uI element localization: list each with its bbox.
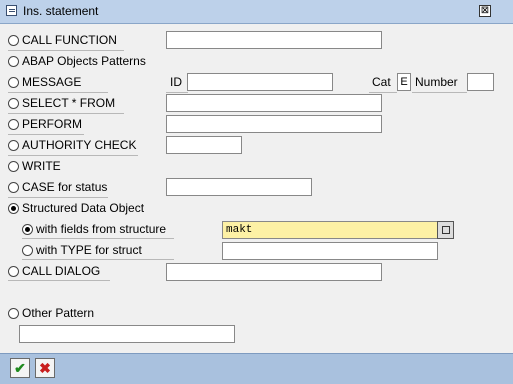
radio-authority-check[interactable]	[8, 140, 19, 151]
underline	[22, 238, 174, 239]
label-select: SELECT * FROM	[22, 96, 116, 110]
with-fields-field[interactable]: makt	[222, 221, 438, 239]
call-function-field[interactable]	[166, 31, 382, 49]
call-dialog-field[interactable]	[166, 263, 382, 281]
radio-perform[interactable]	[8, 119, 19, 130]
label-other-pattern: Other Pattern	[22, 306, 95, 320]
underline	[369, 92, 397, 93]
underline	[8, 155, 138, 156]
value-help-button[interactable]	[437, 221, 454, 239]
radio-case[interactable]	[8, 182, 19, 193]
label-perform: PERFORM	[22, 117, 82, 131]
radio-other-pattern[interactable]	[8, 308, 19, 319]
cancel-button[interactable]: ✖	[35, 358, 55, 378]
perform-field[interactable]	[166, 115, 382, 133]
select-field[interactable]	[166, 94, 382, 112]
underline	[8, 280, 110, 281]
label-call-dialog: CALL DIALOG	[22, 264, 101, 278]
label-case: CASE for status	[22, 180, 108, 194]
other-pattern-field[interactable]	[19, 325, 235, 343]
underline	[8, 50, 124, 51]
close-icon[interactable]: ⊠	[479, 5, 491, 17]
radio-call-dialog[interactable]	[8, 266, 19, 277]
label-message-cat: Cat	[372, 75, 391, 89]
underline	[8, 197, 108, 198]
label-message: MESSAGE	[22, 75, 82, 89]
label-abap-objects: ABAP Objects Patterns	[22, 54, 146, 68]
insert-statement-dialog: Ins. statement ⊠ CALL FUNCTION ABAP Obje…	[0, 0, 513, 384]
label-write: WRITE	[22, 159, 61, 173]
message-number-field[interactable]	[467, 73, 494, 91]
underline	[166, 92, 188, 93]
radio-select[interactable]	[8, 98, 19, 109]
radio-write[interactable]	[8, 161, 19, 172]
underline	[22, 259, 174, 260]
radio-structured-data-object[interactable]	[8, 203, 19, 214]
radio-abap-objects[interactable]	[8, 56, 19, 67]
label-call-function: CALL FUNCTION	[22, 33, 117, 47]
underline	[8, 113, 124, 114]
underline	[8, 92, 108, 93]
radio-call-function[interactable]	[8, 35, 19, 46]
footer-toolbar: ✔ ✖	[0, 353, 513, 384]
title-bar: Ins. statement ⊠	[0, 0, 513, 24]
underline	[412, 92, 467, 93]
underline	[8, 134, 84, 135]
confirm-button[interactable]: ✔	[10, 358, 30, 378]
label-authority-check: AUTHORITY CHECK	[22, 138, 137, 152]
dialog-title: Ins. statement	[23, 4, 99, 18]
radio-message[interactable]	[8, 77, 19, 88]
with-type-field[interactable]	[222, 242, 438, 260]
label-message-number: Number	[415, 75, 458, 89]
dialog-icon	[6, 5, 17, 16]
authority-check-field[interactable]	[166, 136, 242, 154]
label-with-type: with TYPE for struct	[36, 243, 142, 257]
label-structured-data-object: Structured Data Object	[22, 201, 145, 215]
label-message-id: ID	[170, 75, 182, 89]
label-with-fields: with fields from structure	[36, 222, 167, 236]
case-field[interactable]	[166, 178, 312, 196]
message-cat-field[interactable]: E	[397, 73, 411, 91]
radio-with-type[interactable]	[22, 245, 33, 256]
radio-with-fields[interactable]	[22, 224, 33, 235]
message-id-field[interactable]	[187, 73, 333, 91]
